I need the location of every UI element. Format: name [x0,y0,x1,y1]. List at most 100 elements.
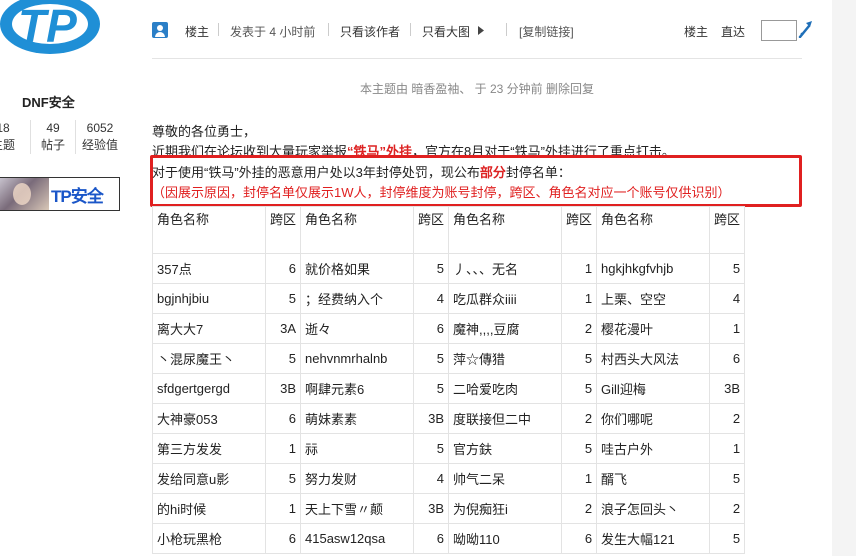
role-name-cell: 努力发财 [300,463,415,494]
server-cell: 6 [264,523,302,554]
role-name-cell: 度联接但二中 [448,403,563,434]
header-role-name: 角色名称 [152,206,266,254]
header-server: 跨区 [413,206,450,254]
server-cell: 4 [709,283,746,314]
server-cell: 2 [709,403,746,434]
role-name-cell: 357点 [152,253,266,284]
server-cell: 3B [413,403,450,434]
server-cell: 3B [709,373,746,404]
server-cell: 1 [709,433,746,464]
header-server: 跨区 [264,206,302,254]
role-name-cell: 为倪痴狂i [448,493,563,524]
role-name-cell: 丶混尿魔王丶 [152,343,266,374]
post-content-area: 楼主 发表于 4 小时前 只看该作者 只看大图 [复制链接] 楼主 直达 本主题… [140,0,816,556]
stat-experience[interactable]: 6052 经验值 [76,120,124,154]
server-cell: 5 [709,523,746,554]
role-name-cell: ；经费纳入个 [300,283,415,314]
copy-link-button[interactable]: [复制链接] [519,23,574,40]
divider [218,23,219,36]
role-name-cell: 上栗、空空 [596,283,711,314]
author-username[interactable]: DNF安全 [22,92,75,111]
server-cell: 2 [561,493,598,524]
server-cell: 6 [264,403,302,434]
table-row: 发给同意u影 5 努力发财 4 帅气二呆 1 醑飞 5 [152,463,746,494]
server-cell: 1 [709,313,746,344]
server-cell: 3B [264,373,302,404]
header-divider [152,58,802,59]
role-name-cell: 第三方发发 [152,433,266,464]
server-cell: 5 [561,373,598,404]
server-cell: 2 [561,403,598,434]
penalty-line: 对于使用“铁马”外挂的恶意用户处以3年封停处罚，现公布部分封停名单： [152,165,571,180]
server-cell: 5 [561,433,598,464]
role-name-cell: 发给同意u影 [152,463,266,494]
server-cell: 5 [413,343,450,374]
role-name-cell: 醑飞 [596,463,711,494]
server-cell: 5 [709,253,746,284]
table-row: 的hi时候 1 天上下雪〃颠 3B 为倪痴狂i 2 浪子怎回头丶 2 [152,493,746,524]
server-cell: 6 [561,523,598,554]
author-label[interactable]: 楼主 [185,23,209,40]
divider [506,23,507,36]
header-server: 跨区 [709,206,746,254]
server-cell: 5 [413,373,450,404]
divider [410,23,411,36]
server-cell: 5 [413,253,450,284]
only-author-link[interactable]: 只看该作者 [340,23,400,40]
role-name-cell: 小枪玩黑枪 [152,523,266,554]
role-name-cell: 大神豪053 [152,403,266,434]
role-name-cell: 啊肆元素6 [300,373,415,404]
server-cell: 5 [709,463,746,494]
only-big-image-link[interactable]: 只看大图 [422,23,470,40]
server-cell: 6 [413,523,450,554]
divider [328,23,329,36]
server-cell: 5 [264,283,302,314]
triangle-right-icon[interactable] [478,26,484,35]
header-role-name: 角色名称 [300,206,415,254]
tp-security-badge: TP安全 [0,177,120,211]
table-row: 357点 6 就价格如果 5 丿、、、无名 1 hgkjhkgfvhjb 5 [152,253,746,284]
role-name-cell: sfdgertgergd [152,373,266,404]
role-name-cell: 就价格如果 [300,253,415,284]
role-name-cell: nehvnmrhalnb [300,343,415,374]
role-name-cell: 帅气二呆 [448,463,563,494]
role-name-cell: 吃瓜群众iiii [448,283,563,314]
goto-floor-input[interactable] [761,20,797,41]
server-cell: 6 [413,313,450,344]
server-cell: 4 [413,283,450,314]
table-row: bgjnhjbiu 5 ；经费纳入个 4 吃瓜群众iiii 1 上栗、空空 4 [152,283,746,314]
tp-logo[interactable]: TP [0,0,102,62]
svg-text:TP: TP [18,0,77,52]
header-server: 跨区 [561,206,598,254]
role-name-cell: bgjnhjbiu [152,283,266,314]
posted-time: 发表于 4 小时前 [230,25,316,39]
server-cell: 5 [561,343,598,374]
role-name-cell: 浪子怎回头丶 [596,493,711,524]
role-name-cell: 祘 [300,433,415,464]
server-cell: 5 [264,343,302,374]
server-cell: 3B [413,493,450,524]
disclaimer-line: （因展示原因，封停名单仅展示1W人，封停维度为账号封停，跨区、角色名对应一个账号… [152,185,731,200]
server-cell: 1 [561,463,598,494]
stat-threads[interactable]: 18主题 [0,120,20,154]
role-name-cell: 二哈爱吃肉 [448,373,563,404]
ban-list-table: 角色名称 跨区 角色名称 跨区 角色名称 跨区 角色名称 跨区 357点 6 就价格如果 5 丿、、、无… [152,206,746,554]
goto-arrow-icon[interactable] [798,20,814,38]
page-scrollbar[interactable] [832,0,856,556]
stat-posts[interactable]: 49 帖子 [30,120,76,154]
role-name-cell: 萌妹素素 [300,403,415,434]
user-icon [152,22,168,38]
role-name-cell: hgkjhkgfvhjb [596,253,711,284]
partial-emphasis: 部分 [479,165,506,180]
server-cell: 2 [561,313,598,344]
server-cell: 1 [264,493,302,524]
role-name-cell: 丿、、、无名 [448,253,563,284]
server-cell: 1 [264,433,302,464]
role-name-cell: 魔神,,,,豆腐 [448,313,563,344]
server-cell: 6 [264,253,302,284]
table-row: 大神豪053 6 萌妹素素 3B 度联接但二中 2 你们哪呢 2 [152,403,746,434]
server-cell: 5 [264,463,302,494]
greeting-line: 尊敬的各位勇士， [152,124,257,139]
table-row: 离大大7 3A 逝々 6 魔神,,,,豆腐 2 樱花漫叶 1 [152,313,746,344]
role-name-cell: 发生大幅121 [596,523,711,554]
